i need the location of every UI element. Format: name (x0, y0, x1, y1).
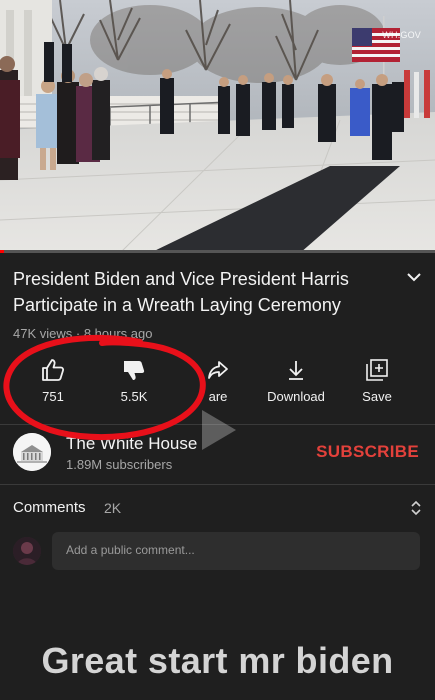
like-count: 751 (42, 389, 64, 404)
user-avatar-image (13, 537, 41, 565)
download-label: Download (267, 389, 325, 404)
save-icon (366, 359, 388, 381)
thumbs-up-icon (42, 359, 65, 381)
video-frame (0, 0, 435, 253)
comments-count: 2K (104, 500, 122, 516)
comments-label[interactable]: Comments (13, 499, 86, 516)
channel-name[interactable]: The White House (66, 434, 197, 454)
action-row: 751 5.5K are Download Save (0, 357, 435, 417)
share-button[interactable]: are (178, 357, 258, 404)
upload-age: 8 hours ago (83, 326, 153, 341)
video-title: President Biden and Vice President Harri… (13, 269, 349, 315)
dislike-button[interactable]: 5.5K (94, 357, 174, 404)
video-progress-fill (0, 250, 5, 253)
channel-avatar[interactable] (13, 433, 51, 471)
video-watermark: WH.GOV (382, 30, 421, 40)
share-icon (208, 361, 228, 379)
divider (0, 484, 435, 485)
video-player[interactable]: WH.GOV (0, 0, 435, 253)
subscribe-button[interactable]: SUBSCRIBE (316, 442, 419, 462)
meta-separator: · (72, 326, 84, 341)
save-label: Save (362, 389, 392, 404)
divider (0, 424, 435, 425)
save-button[interactable]: Save (337, 357, 417, 404)
user-avatar (13, 537, 41, 565)
white-house-logo (13, 433, 51, 471)
meme-caption: Great start mr biden (41, 640, 394, 681)
chevron-down-icon[interactable] (403, 266, 425, 288)
comment-input[interactable]: Add a public comment... (52, 532, 420, 570)
comment-placeholder: Add a public comment... (66, 543, 195, 557)
download-button[interactable]: Download (256, 357, 336, 404)
video-progress-bar[interactable] (0, 250, 435, 253)
subscriber-count: 1.89M subscribers (66, 457, 173, 472)
dislike-count: 5.5K (120, 389, 148, 404)
view-count: 47K views (13, 326, 73, 341)
download-icon (289, 361, 303, 380)
share-label: are (208, 389, 228, 404)
thumbs-down-icon (124, 361, 145, 380)
expand-icon[interactable] (409, 498, 423, 518)
like-button[interactable]: 751 (13, 357, 93, 404)
video-meta: 47K views · 8 hours ago (13, 326, 152, 341)
